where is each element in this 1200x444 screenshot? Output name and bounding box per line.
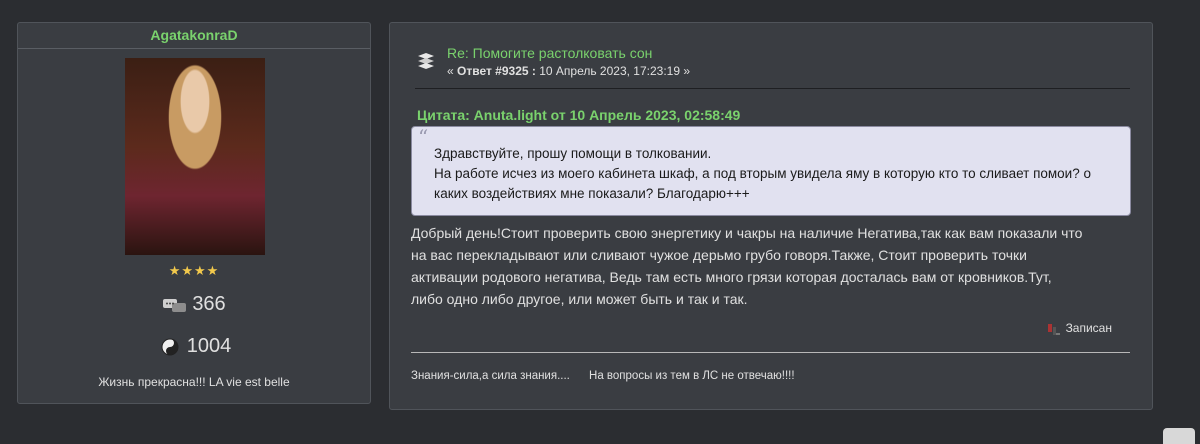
- quote-block: “ Здравствуйте, прошу помощи в толковани…: [411, 126, 1131, 216]
- scroll-to-top-button[interactable]: [1163, 428, 1195, 444]
- quote-line: Здравствуйте, прошу помощи в толковании.: [434, 146, 712, 161]
- reply-number-link[interactable]: Ответ #9325 :: [457, 64, 536, 78]
- avatar[interactable]: [125, 58, 265, 255]
- posts-count-stat: 366: [18, 293, 370, 316]
- karma-count: 1004: [186, 335, 232, 357]
- divider: [415, 88, 1130, 89]
- post-body: Добрый день!Стоит проверить свою энергет…: [411, 222, 1141, 310]
- posts-count: 366: [192, 293, 226, 315]
- post-body-line: на вас перекладывают или сливают чужое д…: [411, 247, 1027, 263]
- post-body-line: Добрый день!Стоит проверить свою энергет…: [411, 225, 1083, 241]
- quote-line: На работе исчез из моего кабинета шкаф, …: [434, 166, 1091, 181]
- quote-line: каких воздействиях мне показали? Благода…: [434, 186, 750, 201]
- ip-logged-icon: [1047, 323, 1060, 335]
- username[interactable]: AgatakonraD: [18, 23, 370, 49]
- record-button[interactable]: Записан: [1047, 321, 1112, 336]
- post-title-link[interactable]: Re: Помогите растолковать сон: [447, 45, 652, 61]
- post-panel: Re: Помогите растолковать сон « Ответ #9…: [389, 22, 1153, 410]
- record-label: Записан: [1065, 321, 1112, 335]
- post-body-line: либо одно либо другое, или может быть и …: [411, 291, 748, 307]
- quote-header-link[interactable]: Цитата: Anuta.light от 10 Апрель 2023, 0…: [417, 107, 740, 123]
- yin-yang-icon: [161, 338, 179, 356]
- quote-mark-icon: “: [418, 125, 429, 149]
- meta-prefix: «: [447, 64, 458, 78]
- karma-stat: 1004: [18, 335, 370, 358]
- signature-divider: [411, 352, 1130, 353]
- speech-bubbles-icon: [163, 298, 187, 312]
- post-date: 10 Апрель 2023, 17:23:19 »: [535, 64, 691, 78]
- rank-stars: ★★★★: [168, 263, 220, 278]
- user-signature: Жизнь прекрасна!!! LA vie est belle: [98, 375, 290, 389]
- post-icon: [418, 53, 434, 69]
- post-signature: Знания-сила,а сила знания.... На вопросы…: [411, 370, 795, 382]
- post-meta: « Ответ #9325 : 10 Апрель 2023, 17:23:19…: [447, 64, 690, 78]
- post-body-line: активации родового негатива, Ведь там ес…: [411, 269, 1052, 285]
- user-profile-panel: AgatakonraD ★★★★ 366 1004 Жизнь прекрасн…: [17, 22, 371, 404]
